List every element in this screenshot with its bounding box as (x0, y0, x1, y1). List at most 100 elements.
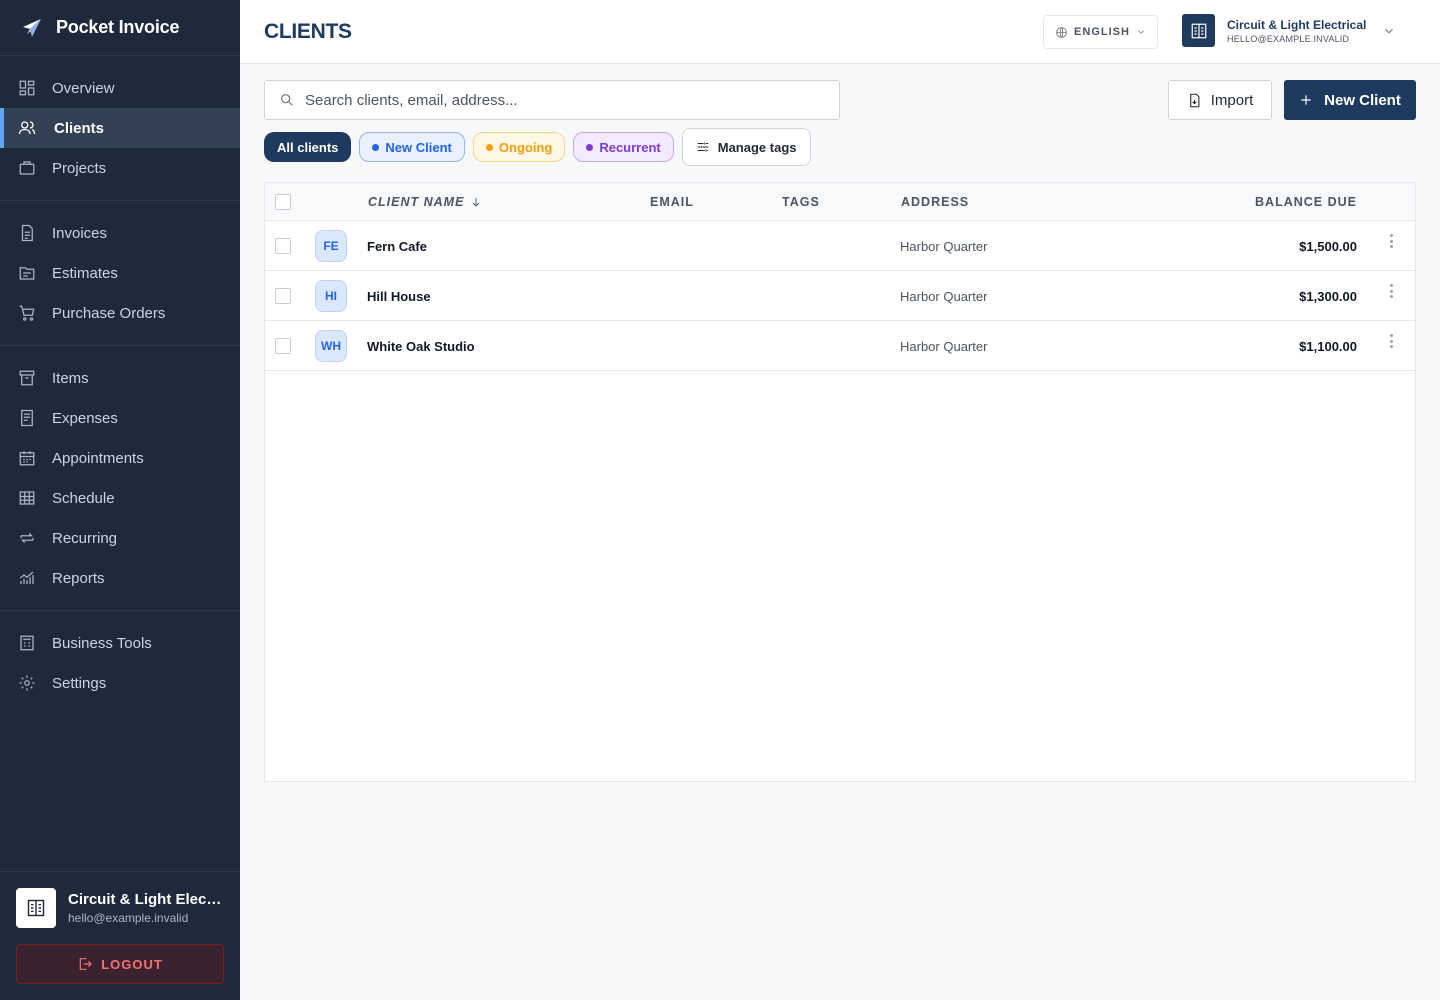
client-name[interactable]: Hill House (367, 289, 431, 304)
sidebar-item-schedule[interactable]: Schedule (0, 478, 240, 518)
search-box (264, 80, 840, 120)
logout-icon (79, 958, 93, 970)
briefcase-icon (18, 159, 36, 177)
brand[interactable]: Pocket Invoice (0, 0, 240, 56)
sidebar-item-clients[interactable]: Clients (0, 108, 240, 148)
column-email[interactable]: EMAIL (650, 195, 694, 209)
logout-label: LOGOUT (101, 956, 163, 972)
client-name[interactable]: Fern Cafe (367, 239, 427, 254)
account-name: Circuit & Light Electrical (68, 891, 224, 908)
building-icon (1182, 14, 1215, 47)
table-row[interactable]: WH White Oak Studio Harbor Quarter $1,10… (265, 321, 1415, 371)
search-icon (281, 94, 293, 106)
filter-all-clients[interactable]: All clients (264, 132, 352, 162)
nav-group-main: Overview Clients Projects (0, 56, 240, 201)
search-input[interactable] (305, 91, 825, 109)
sidebar-item-label: Items (52, 369, 89, 387)
table-row[interactable]: HI Hill House Harbor Quarter $1,300.00 (265, 271, 1415, 321)
more-vertical-icon[interactable] (1383, 234, 1399, 254)
folder-icon (18, 264, 36, 282)
business-switcher[interactable]: Circuit & Light Electrical HELLO@EXAMPLE… (1182, 14, 1396, 47)
sidebar-item-expenses[interactable]: Expenses (0, 398, 240, 438)
client-avatar: HI (315, 280, 347, 312)
client-balance: $1,500.00 (1299, 239, 1357, 254)
sidebar-item-reports[interactable]: Reports (0, 558, 240, 598)
language-selector[interactable]: ENGLISH (1043, 15, 1158, 49)
client-balance: $1,100.00 (1299, 339, 1357, 354)
table-header: CLIENT NAME EMAIL TAGS ADDRESS BALANCE D… (265, 183, 1415, 221)
manage-tags-label: Manage tags (717, 139, 797, 155)
calendar-icon (18, 449, 36, 467)
repeat-icon (18, 529, 36, 547)
row-checkbox[interactable] (275, 288, 291, 304)
sidebar-item-label: Purchase Orders (52, 304, 166, 322)
chevron-down-icon (1385, 28, 1394, 33)
sidebar: Pocket Invoice Overview Clients Projects… (0, 0, 240, 1000)
column-tags[interactable]: TAGS (782, 195, 820, 209)
chevron-down-icon (1138, 30, 1144, 34)
business-email: HELLO@EXAMPLE.INVALID (1227, 33, 1350, 44)
sidebar-item-label: Projects (52, 159, 107, 177)
account-card[interactable]: Circuit & Light Electrical hello@example… (16, 888, 224, 928)
sidebar-item-label: Reports (52, 569, 105, 587)
sidebar-footer: Circuit & Light Electrical hello@example… (0, 871, 240, 1000)
client-address: Harbor Quarter (900, 239, 988, 254)
sidebar-item-purchase-orders[interactable]: Purchase Orders (0, 293, 240, 333)
grid-icon (18, 79, 36, 97)
client-address: Harbor Quarter (900, 339, 988, 354)
more-vertical-icon[interactable] (1383, 284, 1399, 304)
gear-icon (18, 674, 36, 692)
status-dot (586, 143, 594, 151)
language-label: ENGLISH (1074, 26, 1130, 38)
globe-icon (1056, 26, 1067, 38)
import-button[interactable]: Import (1168, 80, 1272, 120)
manage-tags-button[interactable]: Manage tags (681, 128, 811, 166)
sidebar-item-settings[interactable]: Settings (0, 663, 240, 703)
app-name: Pocket Invoice (56, 17, 180, 37)
sidebar-item-items[interactable]: Items (0, 358, 240, 398)
sidebar-item-recurring[interactable]: Recurring (0, 518, 240, 558)
client-avatar: FE (315, 230, 347, 262)
document-icon (18, 224, 36, 242)
sliders-icon (697, 142, 708, 152)
column-balance-due[interactable]: BALANCE DUE (1255, 195, 1357, 209)
clients-table: CLIENT NAME EMAIL TAGS ADDRESS BALANCE D… (264, 182, 1416, 782)
nav-group-operations: Items Expenses Appointments Schedule Rec… (0, 346, 240, 611)
sidebar-item-label: Schedule (52, 489, 115, 507)
plus-icon (1301, 95, 1311, 105)
building-icon (16, 888, 56, 928)
table-row[interactable]: FE Fern Cafe Harbor Quarter $1,500.00 (265, 221, 1415, 271)
sidebar-item-label: Business Tools (52, 634, 152, 652)
new-client-button[interactable]: New Client (1284, 80, 1416, 120)
column-address[interactable]: ADDRESS (901, 195, 969, 209)
client-name[interactable]: White Oak Studio (367, 339, 475, 354)
filter-recurrent[interactable]: Recurrent (573, 132, 674, 162)
table-icon (18, 489, 36, 507)
account-email: hello@example.invalid (68, 911, 189, 925)
file-import-icon (1189, 93, 1200, 107)
more-vertical-icon[interactable] (1383, 334, 1399, 354)
sidebar-item-invoices[interactable]: Invoices (0, 213, 240, 253)
sidebar-item-business-tools[interactable]: Business Tools (0, 623, 240, 663)
logout-button[interactable]: LOGOUT (16, 944, 224, 984)
sidebar-item-overview[interactable]: Overview (0, 68, 240, 108)
column-client-name[interactable]: CLIENT NAME (368, 195, 482, 209)
nav-group-documents: Invoices Estimates Purchase Orders (0, 201, 240, 346)
select-all-checkbox[interactable] (275, 194, 291, 210)
business-name: Circuit & Light Electrical (1227, 17, 1367, 32)
filter-label: Recurrent (599, 139, 661, 155)
sidebar-item-label: Clients (54, 119, 105, 137)
filter-ongoing[interactable]: Ongoing (472, 132, 566, 162)
sidebar-item-projects[interactable]: Projects (0, 148, 240, 188)
row-checkbox[interactable] (275, 338, 291, 354)
receipt-icon (18, 409, 36, 427)
sidebar-item-label: Recurring (52, 529, 118, 547)
users-icon (18, 119, 36, 137)
sidebar-item-estimates[interactable]: Estimates (0, 253, 240, 293)
filter-new-client[interactable]: New Client (359, 132, 465, 162)
status-dot (485, 143, 493, 151)
sidebar-item-appointments[interactable]: Appointments (0, 438, 240, 478)
import-label: Import (1210, 91, 1254, 109)
paper-plane-icon (23, 18, 41, 37)
row-checkbox[interactable] (275, 238, 291, 254)
